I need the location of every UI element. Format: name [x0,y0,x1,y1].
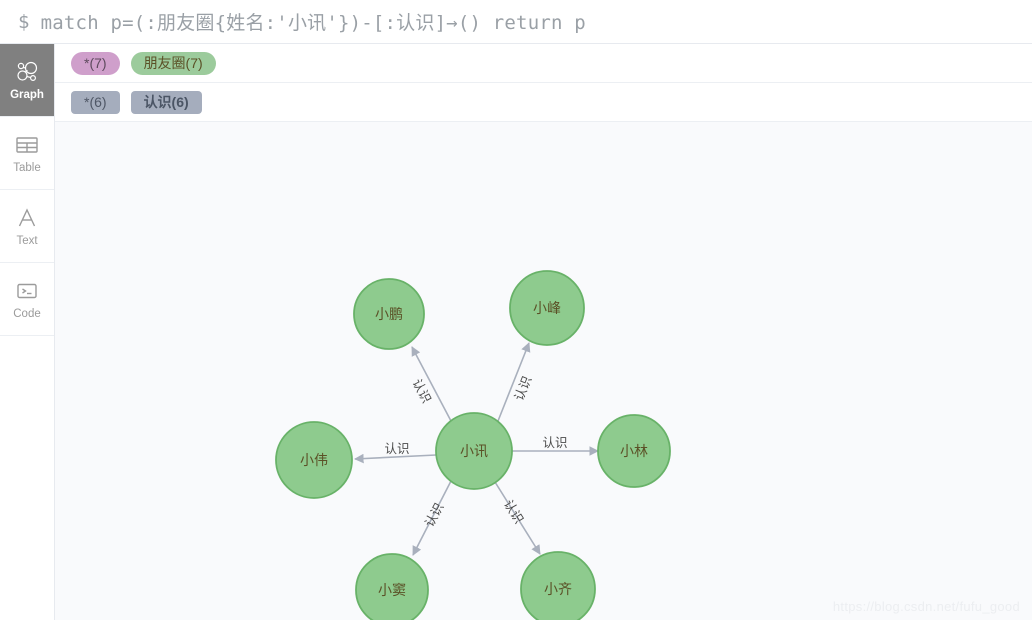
node-label: 小齐 [544,581,572,597]
sidebar-item-text[interactable]: Text [0,190,54,263]
node-label: 小窦 [378,582,406,598]
node-xiaodou[interactable]: 小窦 [355,553,429,620]
text-icon [14,205,40,231]
node-label: 小伟 [300,452,328,468]
graph-panel: *(7) 朋友圈(7) *(6) 认识(6) 认识 认识 认识 认识 认识 认识… [55,44,1032,620]
node-xiaowei[interactable]: 小伟 [275,421,353,499]
legend-pill-all-nodes[interactable]: *(7) [71,51,120,75]
sidebar-item-label: Graph [10,88,44,101]
sidebar-item-label: Table [13,161,41,174]
relationship-legend-row: *(6) 认识(6) [55,83,1032,122]
edge-renshi-xiaoqi[interactable]: 认识 [494,481,541,555]
sidebar-item-table[interactable]: Table [0,117,54,190]
watermark: https://blog.csdn.net/fufu_good [832,599,1020,614]
legend-pill-reltype-renshi[interactable]: 认识(6) [130,90,202,114]
node-label: 小鹏 [375,306,403,322]
edge-renshi-xiaopeng[interactable]: 认识 [409,346,452,422]
query-text: match p=(:朋友圈{姓名:'小讯'})-[:认识]→() return … [40,12,586,34]
query-bar[interactable]: $ match p=(:朋友圈{姓名:'小讯'})-[:认识]→() retur… [0,0,1032,44]
view-mode-sidebar: Graph Table Text Code [0,44,55,620]
node-xiaolin[interactable]: 小林 [597,414,671,488]
node-xiaopeng[interactable]: 小鹏 [353,278,425,350]
node-xiaoxun-center[interactable]: 小讯 [435,412,513,490]
node-label: 小讯 [460,443,488,459]
node-label: 小林 [620,443,648,459]
sidebar-item-label: Text [16,234,38,247]
edge-renshi-xiaowei[interactable]: 认识 [354,442,437,464]
query-prompt: $ [18,10,30,33]
edge-renshi-xiaodou[interactable]: 认识 [412,480,452,556]
sidebar-item-graph[interactable]: Graph [0,44,54,117]
graph-nodes: 小鹏 小峰 小林 小齐 小窦 小伟 小讯 [275,270,671,620]
graph-svg[interactable]: 认识 认识 认识 认识 认识 认识 小鹏 小峰 小林 小齐 小窦 小伟 小讯 [55,122,1032,620]
table-icon [14,132,40,158]
node-label: 小峰 [533,300,561,316]
edge-label: 认识 [542,436,567,450]
node-xiaofeng[interactable]: 小峰 [509,270,585,346]
sidebar-item-code[interactable]: Code [0,263,54,336]
graph-canvas[interactable]: 认识 认识 认识 认识 认识 认识 小鹏 小峰 小林 小齐 小窦 小伟 小讯 h… [55,122,1032,620]
legend-pill-label-pengyouquan[interactable]: 朋友圈(7) [130,51,216,75]
edge-label: 认识 [422,501,446,530]
sidebar-item-label: Code [13,307,41,320]
edge-label: 认识 [384,442,409,456]
code-icon [14,278,40,304]
legend-pill-all-relationships[interactable]: *(6) [71,90,120,114]
result-frame: Graph Table Text Code *(7) 朋友圈(7) *(6) 认… [0,44,1032,620]
graph-icon [14,59,40,85]
edge-renshi-xiaofeng[interactable]: 认识 [497,342,534,422]
node-legend-row: *(7) 朋友圈(7) [55,44,1032,83]
edge-renshi-xiaolin[interactable]: 认识 [512,436,599,456]
node-xiaoqi[interactable]: 小齐 [520,551,596,620]
edge-label: 认识 [501,498,526,527]
